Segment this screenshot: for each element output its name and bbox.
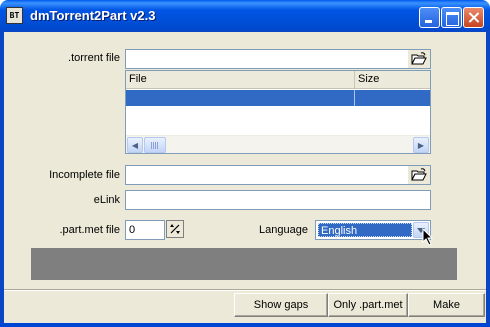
open-folder-icon xyxy=(411,168,427,181)
scroll-left-button[interactable]: ◀ xyxy=(127,137,143,153)
row-column-divider xyxy=(354,90,355,106)
incomplete-browse-button[interactable] xyxy=(408,166,430,184)
column-header-size[interactable]: Size xyxy=(355,71,430,89)
language-selected-value: English xyxy=(318,223,412,237)
mouse-cursor-icon xyxy=(422,228,434,246)
incomplete-file-field[interactable] xyxy=(125,165,431,185)
table-header: File Size xyxy=(126,71,430,89)
close-button[interactable] xyxy=(463,7,484,28)
progress-panel xyxy=(31,248,457,280)
scroll-right-button[interactable]: ▶ xyxy=(413,137,429,153)
client-area: .torrent file File Size ◀ ▶ Incomplete f… xyxy=(4,32,486,323)
maximize-button[interactable] xyxy=(441,7,462,28)
only-partmet-button[interactable]: Only .part.met xyxy=(328,293,408,317)
scroll-thumb[interactable] xyxy=(144,137,166,153)
files-table[interactable]: File Size ◀ ▶ xyxy=(125,70,431,154)
partmet-file-label: .part.met file xyxy=(59,224,120,236)
language-label: Language xyxy=(259,224,308,236)
torrent-file-field[interactable] xyxy=(125,49,431,69)
title-bar[interactable]: BT dmTorrent2Part v2.3 xyxy=(0,0,490,32)
bottom-divider xyxy=(4,289,486,291)
column-header-file[interactable]: File xyxy=(126,71,355,89)
partmet-spin-button[interactable] xyxy=(166,220,184,238)
incomplete-file-label: Incomplete file xyxy=(49,169,120,181)
torrent-file-label: .torrent file xyxy=(68,52,120,64)
table-row[interactable] xyxy=(126,90,430,106)
window-title: dmTorrent2Part v2.3 xyxy=(30,8,156,23)
open-folder-icon xyxy=(411,52,427,65)
torrent-browse-button[interactable] xyxy=(408,50,430,68)
spin-arrows-icon xyxy=(170,224,180,234)
arrow-right-icon: ▶ xyxy=(417,140,425,150)
minimize-button[interactable] xyxy=(419,7,440,28)
elink-field[interactable] xyxy=(125,190,431,210)
arrow-left-icon: ◀ xyxy=(131,140,139,150)
show-gaps-button[interactable]: Show gaps xyxy=(234,293,328,317)
window-frame-bottom xyxy=(0,323,490,327)
make-button[interactable]: Make xyxy=(408,293,485,317)
app-icon[interactable]: BT xyxy=(6,7,23,24)
partmet-number-field[interactable]: 0 xyxy=(125,220,165,240)
language-select[interactable]: English xyxy=(315,220,431,240)
elink-label: eLink xyxy=(93,194,120,206)
horizontal-scrollbar[interactable]: ◀ ▶ xyxy=(126,135,430,153)
